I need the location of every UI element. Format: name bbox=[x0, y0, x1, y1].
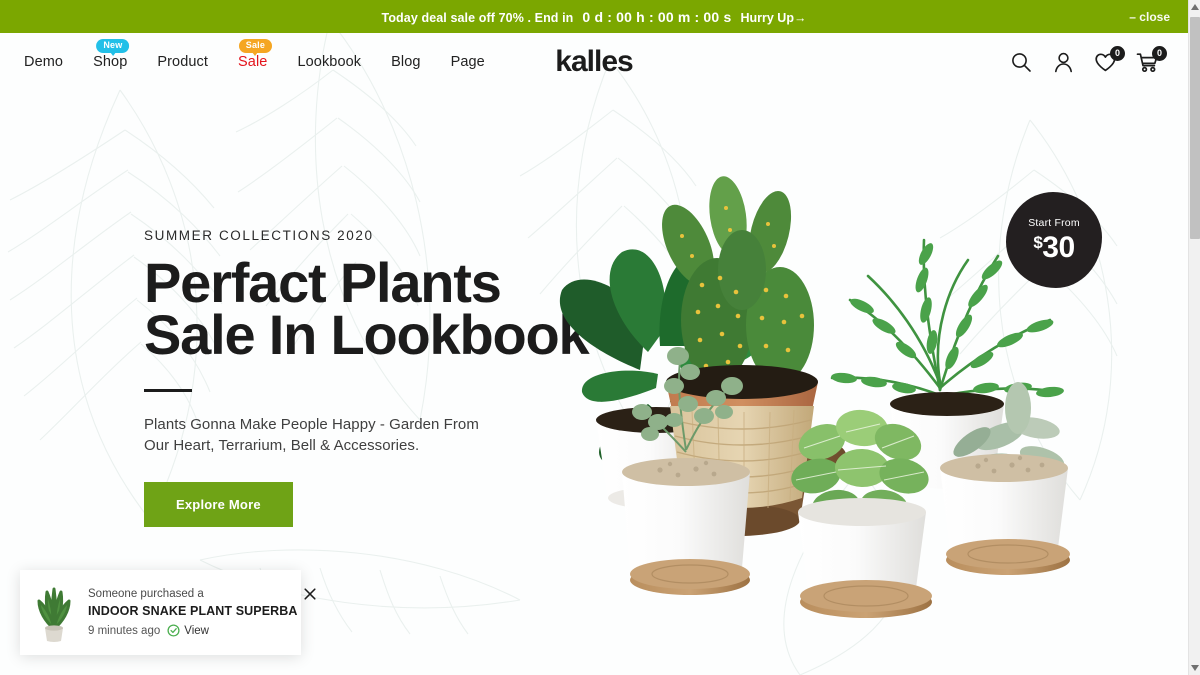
price-amount-number: 30 bbox=[1042, 230, 1075, 264]
explore-more-button[interactable]: Explore More bbox=[144, 482, 293, 527]
wishlist-heart-icon[interactable]: 0 bbox=[1093, 45, 1125, 75]
browser-scrollbar[interactable] bbox=[1188, 0, 1200, 675]
hero-divider-rule bbox=[144, 389, 192, 392]
header-icon-group: 0 0 bbox=[1009, 33, 1167, 91]
countdown-sep-2: : bbox=[648, 8, 654, 25]
popup-product-name[interactable]: INDOOR SNAKE PLANT SUPERBA bbox=[88, 604, 298, 618]
countdown-timer: 0 d : 00 h : 00 m : 00 s bbox=[582, 9, 731, 25]
scrollbar-up-arrow[interactable] bbox=[1189, 0, 1200, 14]
purchase-notification-popup[interactable]: Someone purchased a INDOOR SNAKE PLANT S… bbox=[20, 570, 316, 655]
cart-icon[interactable]: 0 bbox=[1135, 45, 1167, 75]
account-icon[interactable] bbox=[1051, 50, 1076, 75]
countdown-seconds: 00 s bbox=[703, 8, 732, 25]
hero-subtitle: Plants Gonna Make People Happy - Garden … bbox=[144, 416, 479, 454]
search-icon[interactable] bbox=[1009, 50, 1034, 75]
price-currency-symbol: $ bbox=[1033, 232, 1043, 252]
announcement-bar: Today deal sale off 70% . End in 0 d : 0… bbox=[0, 0, 1188, 33]
popup-meta-row: 9 minutes ago View bbox=[88, 624, 298, 637]
popup-view-label: View bbox=[184, 624, 209, 637]
scrollbar-down-arrow[interactable] bbox=[1189, 661, 1200, 675]
announcement-text: Today deal sale off 70% . End in bbox=[381, 10, 574, 25]
page-root: Today deal sale off 70% . End in 0 d : 0… bbox=[0, 0, 1200, 675]
wishlist-count-badge: 0 bbox=[1110, 45, 1125, 61]
countdown-days: 0 d bbox=[582, 8, 604, 25]
countdown-minutes: 00 m bbox=[657, 8, 691, 25]
popup-timestamp: 9 minutes ago bbox=[88, 624, 161, 637]
countdown-hours: 00 h bbox=[616, 8, 645, 25]
popup-close-icon[interactable] bbox=[302, 586, 318, 602]
countdown-sep-1: : bbox=[607, 8, 613, 25]
announcement-close-button[interactable]: – close bbox=[1129, 10, 1170, 24]
site-header: Demo New Shop Product Sale Sale Lookbook bbox=[0, 33, 1188, 91]
popup-subtitle: Someone purchased a bbox=[88, 588, 204, 600]
check-circle-icon bbox=[167, 624, 180, 637]
cart-count-badge: 0 bbox=[1152, 45, 1167, 61]
popup-view-link[interactable]: View bbox=[167, 624, 209, 637]
price-badge-content: Start From $30 bbox=[1006, 192, 1102, 288]
popup-body: Someone purchased a INDOOR SNAKE PLANT S… bbox=[88, 588, 316, 637]
hurry-up-link[interactable]: Hurry Up→ bbox=[740, 11, 806, 25]
countdown-sep-3: : bbox=[694, 8, 700, 25]
product-thumbnail bbox=[30, 582, 78, 644]
price-badge-amount: $30 bbox=[1033, 227, 1075, 264]
scrollbar-thumb[interactable] bbox=[1190, 17, 1200, 239]
announcement-content: Today deal sale off 70% . End in 0 d : 0… bbox=[382, 9, 807, 25]
price-badge: Start From $30 bbox=[1006, 192, 1102, 288]
